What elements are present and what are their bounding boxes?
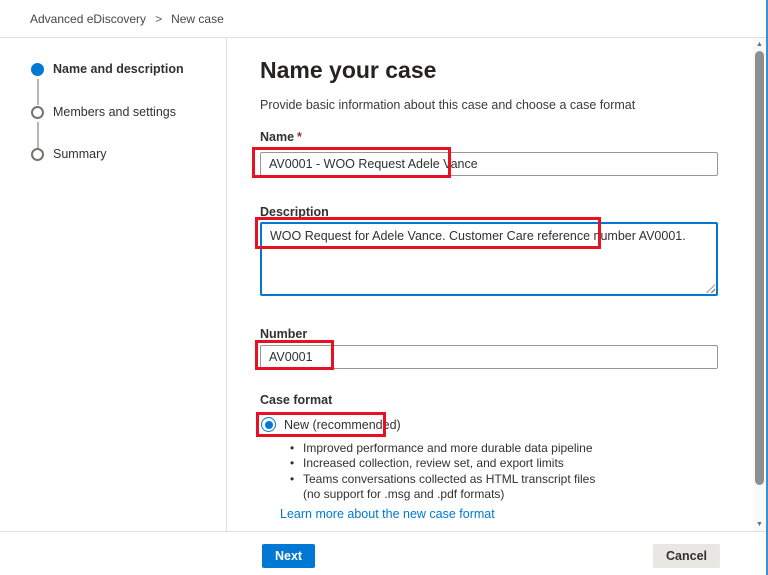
number-input[interactable] xyxy=(260,345,718,369)
case-format-radio-label: New (recommended) xyxy=(284,417,401,432)
wizard-page-content: Name your case Provide basic information… xyxy=(228,38,752,531)
vertical-scrollbar[interactable]: ▲ ▼ xyxy=(753,38,766,531)
scrollbar-thumb[interactable] xyxy=(755,51,764,485)
wizard-stepper: Name and description Members and setting… xyxy=(0,38,227,531)
description-textarea[interactable]: WOO Request for Adele Vance. Customer Ca… xyxy=(260,222,718,296)
step-members-and-settings[interactable]: Members and settings xyxy=(0,105,176,119)
case-format-label: Case format xyxy=(260,393,333,407)
scroll-down-icon[interactable]: ▼ xyxy=(753,518,766,531)
case-format-bullet-list: Improved performance and more durable da… xyxy=(290,441,595,502)
breadcrumb-separator-icon: > xyxy=(155,11,163,26)
step-label: Members and settings xyxy=(53,105,176,119)
cancel-button[interactable]: Cancel xyxy=(653,544,720,568)
step-summary[interactable]: Summary xyxy=(0,147,106,161)
name-label: Name * xyxy=(260,130,302,144)
step-label: Summary xyxy=(53,147,107,161)
required-asterisk: * xyxy=(297,130,302,144)
bullet-item: Improved performance and more durable da… xyxy=(290,441,595,457)
bullet-item: Teams conversations collected as HTML tr… xyxy=(290,472,595,503)
step-name-and-description[interactable]: Name and description xyxy=(0,62,184,76)
case-format-radio-new[interactable]: New (recommended) xyxy=(261,417,401,432)
name-input[interactable] xyxy=(260,152,718,176)
radio-selected-icon xyxy=(261,417,276,432)
page-title: Name your case xyxy=(260,57,437,83)
step-label: Name and description xyxy=(53,62,184,76)
bullet-note: (no support for .msg and .pdf formats) xyxy=(303,486,505,501)
next-button[interactable]: Next xyxy=(262,544,316,568)
step-connector-line xyxy=(37,122,39,148)
step-active-dot-icon xyxy=(31,62,44,76)
step-pending-circle-icon xyxy=(31,147,44,161)
bullet-item: Increased collection, review set, and ex… xyxy=(290,456,595,472)
description-label: Description xyxy=(260,205,329,219)
breadcrumb-item-new-case: New case xyxy=(171,11,224,26)
scroll-up-icon[interactable]: ▲ xyxy=(753,38,766,51)
step-pending-circle-icon xyxy=(31,105,44,119)
number-label: Number xyxy=(260,327,308,341)
page-subtitle: Provide basic information about this cas… xyxy=(260,98,636,112)
wizard-footer: Next Cancel xyxy=(0,531,768,575)
breadcrumb: Advanced eDiscovery > New case xyxy=(0,0,768,38)
learn-more-link[interactable]: Learn more about the new case format xyxy=(280,507,495,521)
step-connector-line xyxy=(37,79,39,105)
breadcrumb-item-advanced-ediscovery[interactable]: Advanced eDiscovery xyxy=(30,12,146,26)
